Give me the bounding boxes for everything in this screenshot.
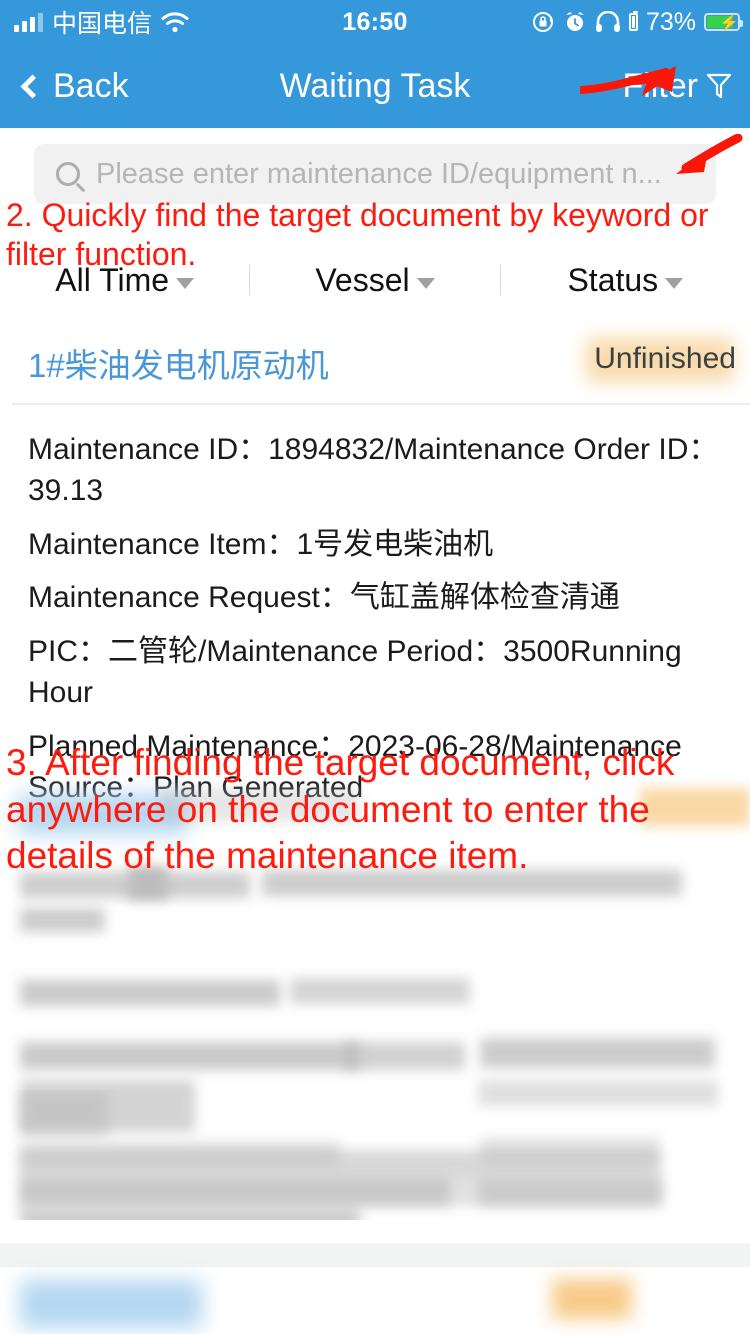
blurred-list-content-lower — [0, 1090, 750, 1220]
next-card-title — [20, 1280, 202, 1328]
next-card-status-badge — [552, 1279, 632, 1319]
annotation-step-3: 3. After finding the target document, cl… — [6, 742, 675, 877]
task-field-pic-period: PIC：二管轮/Maintenance Period：3500Running H… — [28, 635, 682, 709]
status-badge: Unfinished — [594, 342, 736, 375]
list-separator — [0, 1243, 750, 1267]
card-divider — [12, 403, 750, 405]
battery-charging-icon: ⚡ — [704, 13, 743, 32]
chevron-down-icon — [416, 277, 435, 289]
task-field-maintenance-request: Maintenance Request：气缸盖解体检查清通 — [28, 581, 620, 615]
arrow-to-search-icon — [676, 134, 743, 174]
rotation-lock-icon — [532, 12, 553, 32]
task-field-maintenance-item: Maintenance Item：1号发电柴油机 — [28, 527, 494, 561]
next-task-card[interactable] — [0, 1267, 750, 1334]
status-bar-right: 73% ⚡ — [531, 7, 743, 37]
chevron-down-icon — [176, 277, 195, 289]
search-icon — [56, 162, 80, 186]
task-card-header: 1#柴油发电机原动机 Unfinished — [0, 320, 750, 405]
headphones-icon — [595, 11, 620, 32]
search-placeholder: Please enter maintenance ID/equipment n.… — [96, 157, 662, 190]
battery-percent-label: 73% — [645, 7, 696, 36]
arrow-to-filter-icon — [580, 66, 676, 96]
app-screen: 中国电信 16:50 73% ⚡ Back Waiting Task Pleas… — [0, 0, 750, 1334]
task-field-maintenance-id: Maintenance ID：1894832/Maintenance Order… — [28, 433, 719, 507]
task-card-title: 1#柴油发电机原动机 — [28, 347, 329, 384]
funnel-icon — [706, 73, 732, 99]
alarm-clock-icon — [565, 12, 584, 31]
annotation-step-2: 2. Quickly find the target document by k… — [6, 197, 709, 273]
headphone-battery-icon — [628, 11, 638, 31]
search-input[interactable]: Please enter maintenance ID/equipment n.… — [34, 144, 716, 204]
chevron-down-icon — [665, 277, 684, 289]
status-bar: 中国电信 16:50 73% ⚡ — [0, 0, 750, 44]
